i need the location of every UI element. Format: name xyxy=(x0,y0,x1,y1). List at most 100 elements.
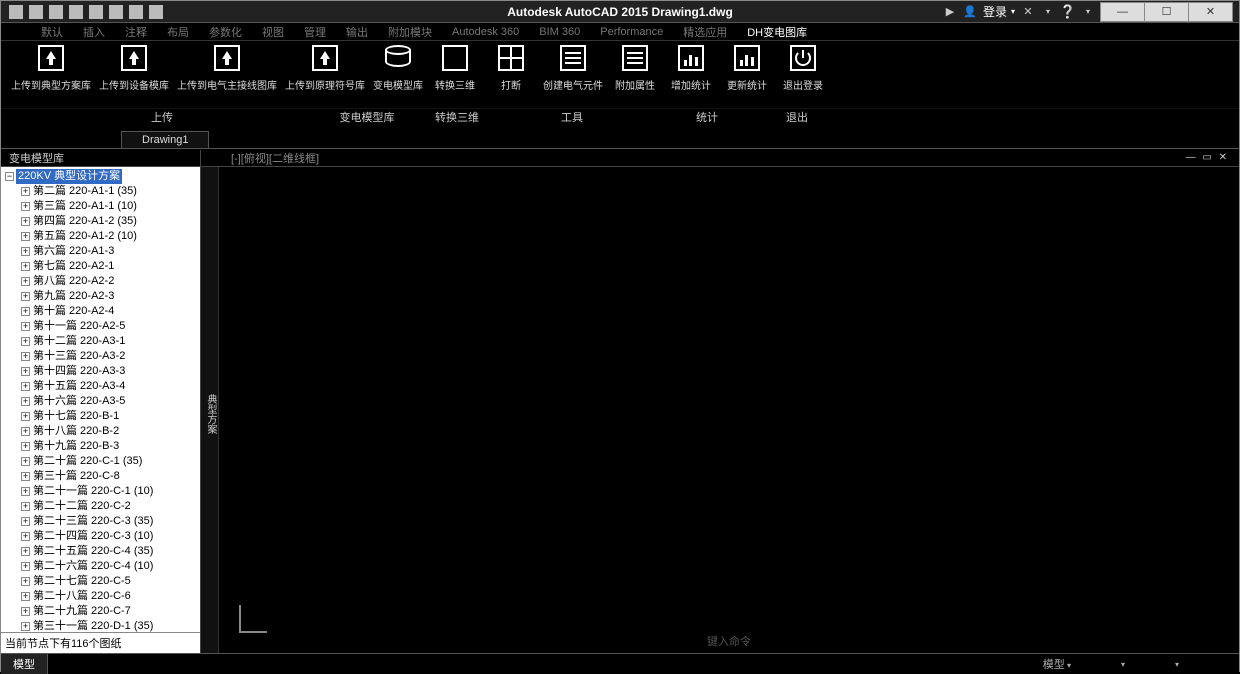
model-tab[interactable]: 模型 xyxy=(1,654,48,674)
expand-icon[interactable]: + xyxy=(21,562,30,571)
expand-icon[interactable]: + xyxy=(21,232,30,241)
status-item[interactable] xyxy=(1175,658,1179,670)
tree-node[interactable]: +第六篇 220-A1-3 xyxy=(21,244,200,259)
tree-node[interactable]: +第九篇 220-A2-3 xyxy=(21,289,200,304)
menu-item[interactable]: BIM 360 xyxy=(539,26,580,38)
collapse-icon[interactable]: − xyxy=(5,172,14,181)
tree-node[interactable]: +第二十三篇 220-C-3 (35) xyxy=(21,514,200,529)
tree-node[interactable]: +第十篇 220-A2-4 xyxy=(21,304,200,319)
expand-icon[interactable]: + xyxy=(21,382,30,391)
expand-icon[interactable]: + xyxy=(21,277,30,286)
exchange-icon[interactable]: ✕ xyxy=(1021,5,1035,19)
ribbon-button[interactable]: 上传到典型方案库 xyxy=(7,45,95,108)
qat-item[interactable] xyxy=(29,5,43,19)
user-icon[interactable]: 👤 xyxy=(963,5,977,19)
tree-node[interactable]: +第十二篇 220-A3-1 xyxy=(21,334,200,349)
ribbon-button[interactable]: 退出登录 xyxy=(775,45,831,108)
chevron-down-icon[interactable]: ▾ xyxy=(1081,5,1095,19)
tree-node[interactable]: +第三篇 220-A1-1 (10) xyxy=(21,199,200,214)
qat-item[interactable] xyxy=(129,5,143,19)
tree-node[interactable]: +第七篇 220-A2-1 xyxy=(21,259,200,274)
menu-item[interactable]: 注释 xyxy=(125,24,147,40)
menu-item[interactable]: Autodesk 360 xyxy=(452,26,519,38)
qat-item[interactable] xyxy=(69,5,83,19)
drawing-canvas[interactable]: 键入命令 xyxy=(219,167,1239,653)
expand-icon[interactable]: + xyxy=(21,457,30,466)
qat-item[interactable] xyxy=(49,5,63,19)
tree-node[interactable]: +第二十二篇 220-C-2 xyxy=(21,499,200,514)
tree-node[interactable]: +第二十八篇 220-C-6 xyxy=(21,589,200,604)
qat-item[interactable] xyxy=(109,5,123,19)
tree-node[interactable]: +第十五篇 220-A3-4 xyxy=(21,379,200,394)
tree-node[interactable]: +第三十篇 220-C-8 xyxy=(21,469,200,484)
expand-icon[interactable]: + xyxy=(21,622,30,631)
expand-icon[interactable]: + xyxy=(21,592,30,601)
status-item[interactable] xyxy=(1121,658,1125,670)
menu-item[interactable]: 布局 xyxy=(167,24,189,40)
tree-node[interactable]: +第十三篇 220-A3-2 xyxy=(21,349,200,364)
expand-icon[interactable]: + xyxy=(21,247,30,256)
tree-node[interactable]: +第二十五篇 220-C-4 (35) xyxy=(21,544,200,559)
command-prompt[interactable]: 键入命令 xyxy=(707,633,751,649)
expand-icon[interactable]: + xyxy=(21,517,30,526)
expand-icon[interactable]: + xyxy=(21,547,30,556)
ribbon-button[interactable]: 增加统计 xyxy=(663,45,719,108)
expand-icon[interactable]: + xyxy=(21,427,30,436)
tree-node[interactable]: +第十七篇 220-B-1 xyxy=(21,409,200,424)
tree-node[interactable]: +第十四篇 220-A3-3 xyxy=(21,364,200,379)
tree-node[interactable]: +第二十七篇 220-C-5 xyxy=(21,574,200,589)
menu-item[interactable]: 附加模块 xyxy=(388,24,432,40)
search-icon[interactable]: ▶ xyxy=(943,5,957,19)
tree-node[interactable]: +第十九篇 220-B-3 xyxy=(21,439,200,454)
expand-icon[interactable]: + xyxy=(21,202,30,211)
menu-item[interactable]: 精选应用 xyxy=(683,24,727,40)
close-button[interactable]: ✕ xyxy=(1188,2,1233,22)
qat-item[interactable] xyxy=(89,5,103,19)
tree-node[interactable]: +第二十九篇 220-C-7 xyxy=(21,604,200,619)
tree-node[interactable]: +第二篇 220-A1-1 (35) xyxy=(21,184,200,199)
tree-node[interactable]: +第二十六篇 220-C-4 (10) xyxy=(21,559,200,574)
tree-node[interactable]: +第五篇 220-A1-2 (10) xyxy=(21,229,200,244)
tree-node[interactable]: +第三十一篇 220-D-1 (35) xyxy=(21,619,200,632)
side-tab-strip[interactable]: 典型方案 xyxy=(201,167,219,653)
menu-item[interactable]: 管理 xyxy=(304,24,326,40)
expand-icon[interactable]: + xyxy=(21,412,30,421)
ribbon-button[interactable]: 附加属性 xyxy=(607,45,663,108)
tree-node[interactable]: +第十六篇 220-A3-5 xyxy=(21,394,200,409)
tree-root[interactable]: −220KV 典型设计方案 +第二篇 220-A1-1 (35)+第三篇 220… xyxy=(1,169,200,632)
expand-icon[interactable]: + xyxy=(21,262,30,271)
expand-icon[interactable]: + xyxy=(21,187,30,196)
tree-node[interactable]: +第二十一篇 220-C-1 (10) xyxy=(21,484,200,499)
document-tab[interactable]: Drawing1 xyxy=(121,131,209,148)
expand-icon[interactable]: + xyxy=(21,352,30,361)
menu-item[interactable]: 输出 xyxy=(346,24,368,40)
viewport-label[interactable]: [-][俯视][二维线框] xyxy=(201,150,319,166)
tree-node[interactable]: +第二十篇 220-C-1 (35) xyxy=(21,454,200,469)
tree-node[interactable]: +第十八篇 220-B-2 xyxy=(21,424,200,439)
expand-icon[interactable]: + xyxy=(21,487,30,496)
expand-icon[interactable]: + xyxy=(21,367,30,376)
login-button[interactable]: 登录 ▾ xyxy=(983,3,1015,20)
app-icon[interactable] xyxy=(9,5,23,19)
menu-item[interactable]: 视图 xyxy=(262,24,284,40)
tree-node[interactable]: +第十一篇 220-A2-5 xyxy=(21,319,200,334)
menu-item[interactable]: 插入 xyxy=(83,24,105,40)
tree-node[interactable]: +第二十四篇 220-C-3 (10) xyxy=(21,529,200,544)
expand-icon[interactable]: + xyxy=(21,532,30,541)
chevron-down-icon[interactable]: ▾ xyxy=(1041,5,1055,19)
tree-node[interactable]: +第四篇 220-A1-2 (35) xyxy=(21,214,200,229)
menu-item[interactable]: 默认 xyxy=(41,24,63,40)
expand-icon[interactable]: + xyxy=(21,472,30,481)
ribbon-button[interactable]: 变电模型库 xyxy=(369,45,427,108)
menu-item[interactable]: Performance xyxy=(600,26,663,38)
help-icon[interactable]: ❔ xyxy=(1061,5,1075,19)
expand-icon[interactable]: + xyxy=(21,607,30,616)
tree-node[interactable]: +第八篇 220-A2-2 xyxy=(21,274,200,289)
expand-icon[interactable]: + xyxy=(21,442,30,451)
tree-view[interactable]: −220KV 典型设计方案 +第二篇 220-A1-1 (35)+第三篇 220… xyxy=(1,167,200,632)
expand-icon[interactable]: + xyxy=(21,337,30,346)
ribbon-button[interactable]: 上传到设备模库 xyxy=(95,45,173,108)
panel-controls[interactable]: — ▭ ✕ xyxy=(1186,152,1239,163)
expand-icon[interactable]: + xyxy=(21,307,30,316)
expand-icon[interactable]: + xyxy=(21,577,30,586)
